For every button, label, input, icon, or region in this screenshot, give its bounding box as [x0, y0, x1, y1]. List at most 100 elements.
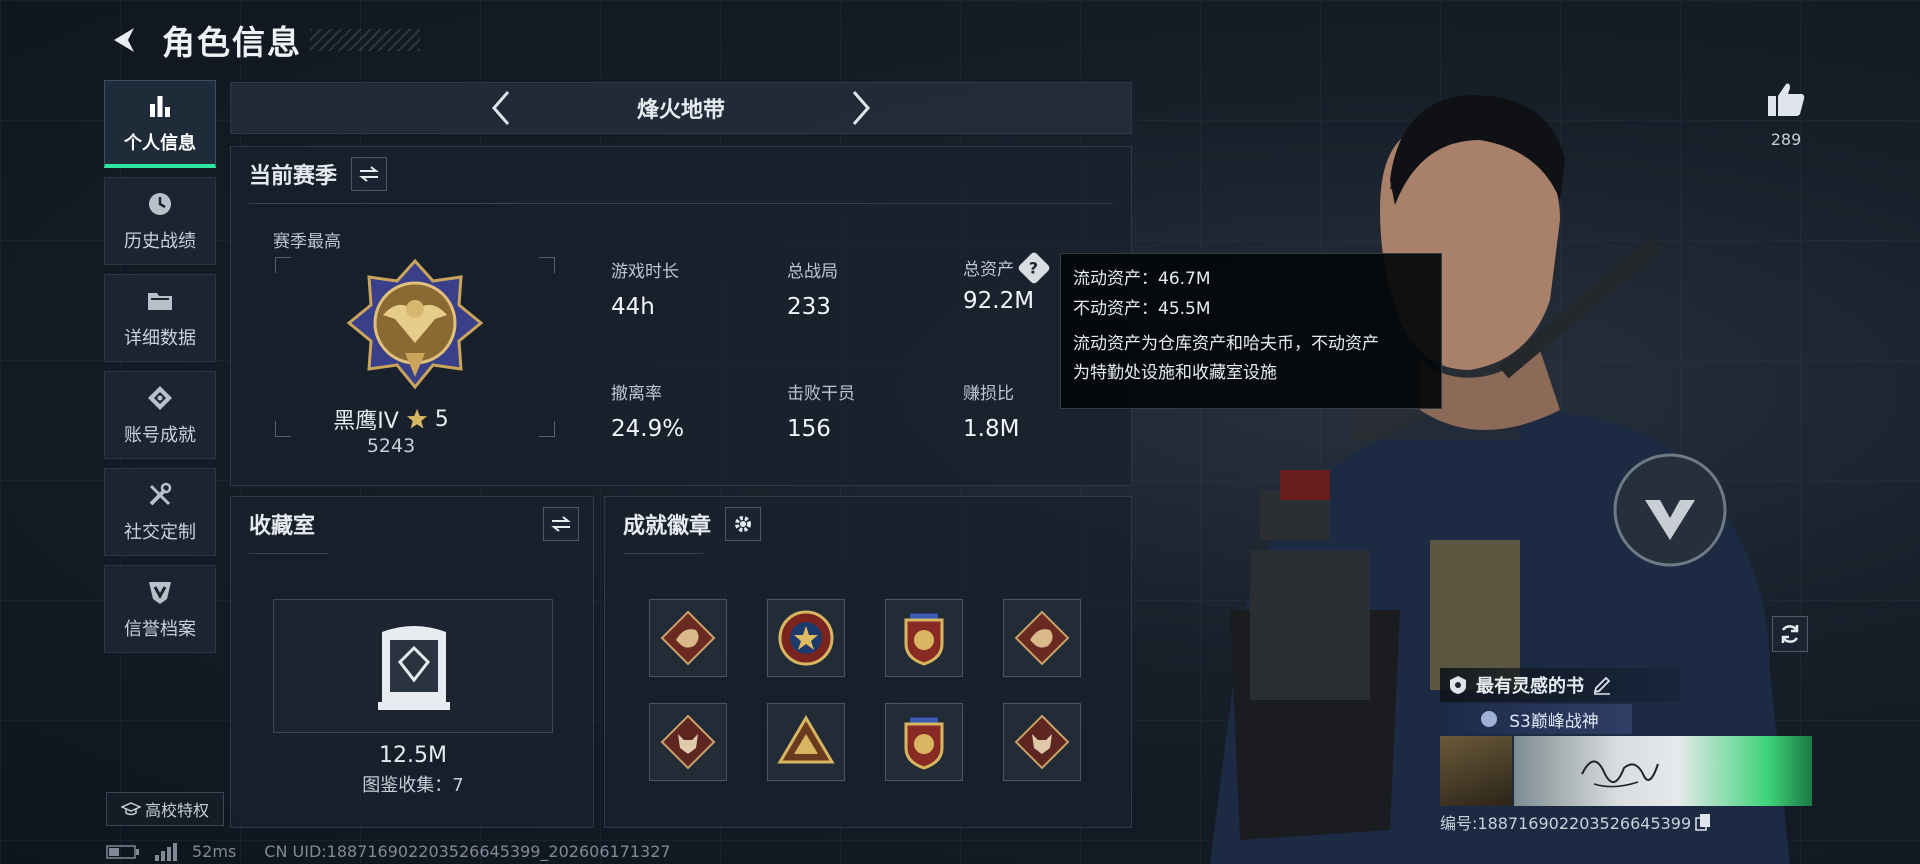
card-title: 最有灵感的书	[1476, 676, 1584, 697]
season-heading: 当前赛季	[249, 164, 338, 189]
stat-label: 总战局	[787, 262, 838, 282]
stat-label: 撤离率	[611, 384, 662, 404]
achievement-settings-button[interactable]	[725, 507, 762, 541]
back-button[interactable]	[104, 20, 144, 60]
rank-stars: 5	[434, 406, 449, 432]
nav-social-custom[interactable]: 社交定制	[104, 468, 216, 556]
nav-label: 账号成就	[124, 425, 196, 446]
nav-history[interactable]: 历史战绩	[104, 177, 216, 265]
stat-total-matches: 总战局 233	[787, 257, 937, 320]
title-decoration	[310, 29, 420, 51]
rank-name: 黑鹰IV 5	[291, 403, 491, 435]
collection-heading: 收藏室	[249, 514, 316, 539]
stat-value: 24.9%	[611, 416, 685, 442]
stat-play-time: 游戏时长 44h	[611, 257, 761, 320]
card-title-row: 最有灵感的书	[1440, 668, 1680, 702]
like-count: 289	[1770, 130, 1802, 149]
like-widget[interactable]: 289	[1754, 80, 1818, 149]
chevron-right-icon	[852, 91, 870, 125]
player-card: 最有灵感的书 S3巅峰战神 编号:188716902203526645399	[1440, 668, 1812, 834]
card-id-row: 编号:188716902203526645399	[1440, 810, 1812, 834]
shield-v-icon	[149, 582, 171, 604]
collection-preview[interactable]	[273, 599, 553, 733]
collection-count: 图鉴收集：7	[362, 775, 464, 796]
achievement-badge[interactable]	[1003, 599, 1081, 677]
stat-label: 总资产	[963, 260, 1014, 280]
wolf-badge-icon	[1014, 714, 1070, 770]
stat-value: 44h	[611, 294, 655, 320]
season-switch-button[interactable]	[351, 157, 388, 191]
nav-detailed-data[interactable]: 详细数据	[104, 274, 216, 362]
mode-prev-button[interactable]	[481, 86, 521, 130]
stat-value: 233	[787, 294, 831, 320]
side-nav: 个人信息 历史战绩 详细数据 账号成就 社交定制 信誉档案	[104, 80, 216, 662]
achievement-icon	[148, 386, 172, 410]
history-clock-icon	[149, 193, 171, 215]
graduation-cap-icon	[120, 802, 141, 816]
divider	[249, 203, 1113, 204]
gear-icon	[735, 516, 752, 532]
card-honor-title: S3巅峰战神	[1444, 704, 1632, 734]
crest-badge-icon	[904, 717, 944, 770]
achievement-badge[interactable]	[767, 599, 845, 677]
mode-next-button[interactable]	[841, 86, 881, 130]
achievement-badge[interactable]	[885, 703, 963, 781]
divider	[623, 553, 703, 554]
top-bar: 角色信息	[104, 16, 420, 64]
season-best-label: 赛季最高	[273, 232, 341, 252]
collection-value: 12.5M	[379, 743, 447, 768]
display-case-icon	[378, 626, 450, 710]
achievement-badge[interactable]	[1003, 703, 1081, 781]
refresh-button[interactable]	[1772, 616, 1808, 652]
crest-badge-icon	[904, 613, 944, 666]
nav-credit-record[interactable]: 信誉档案	[104, 565, 216, 653]
page-title: 角色信息	[162, 23, 302, 62]
star-icon	[406, 409, 427, 429]
chevron-left-icon	[492, 91, 510, 125]
card-subtitle: S3巅峰战神	[1509, 711, 1599, 732]
stat-value: 1.8M	[963, 416, 1020, 442]
mode-selector: 烽火地带	[230, 82, 1132, 134]
achievement-heading: 成就徽章	[623, 514, 712, 539]
refresh-icon	[1781, 625, 1799, 643]
edit-pencil-icon[interactable]	[1592, 675, 1612, 695]
collection-switch-button[interactable]	[543, 507, 579, 541]
rank-emblem-icon	[346, 258, 484, 390]
dragon-badge-icon	[660, 610, 716, 666]
tools-icon	[149, 482, 172, 506]
school-privilege-button[interactable]: 高校特权	[106, 792, 224, 826]
stat-label: 击败干员	[787, 384, 855, 404]
triangle-badge-icon	[777, 715, 835, 764]
stat-value: 156	[787, 416, 831, 442]
back-arrow-icon	[114, 28, 134, 52]
honor-emblem-icon	[1481, 711, 1498, 727]
achievement-badge[interactable]	[649, 599, 727, 677]
school-privilege-label: 高校特权	[144, 801, 209, 820]
achievement-badge[interactable]	[649, 703, 727, 781]
rank-name-text: 黑鹰IV	[333, 409, 399, 434]
nav-account-achievements[interactable]: 账号成就	[104, 371, 216, 459]
divider	[249, 553, 329, 554]
signal-icon	[155, 842, 177, 861]
status-footer: 52ms CN UID:188716902203526645399_202606…	[106, 842, 671, 861]
achievement-panel: 成就徽章	[604, 496, 1132, 828]
assets-help-icon[interactable]: ?	[1017, 250, 1051, 285]
thumbs-up-icon	[1768, 83, 1805, 116]
nav-label: 历史战绩	[124, 231, 196, 252]
tooltip-fixed-assets: 不动资产：45.5M	[1073, 299, 1211, 319]
nav-label: 详细数据	[124, 328, 196, 349]
nav-personal-info[interactable]: 个人信息	[104, 80, 216, 168]
achievement-badge[interactable]	[885, 599, 963, 677]
bar-chart-icon	[150, 95, 170, 117]
ping-value: 52ms	[192, 842, 237, 861]
uid-text: CN UID:188716902203526645399_20260617132…	[264, 842, 671, 861]
battery-icon	[106, 844, 139, 859]
tooltip-description-line2: 为特勤处设施和收藏室设施	[1073, 363, 1277, 383]
copy-icon[interactable]	[1695, 813, 1711, 831]
dragon-badge-icon	[1014, 610, 1070, 666]
achievement-badge[interactable]	[767, 703, 845, 781]
signature-graphic	[1581, 760, 1659, 788]
stat-extract-rate: 撤离率 24.9%	[611, 379, 761, 442]
folder-icon	[148, 293, 172, 310]
tooltip-description-line1: 流动资产为仓库资产和哈夫币，不动资产	[1073, 334, 1379, 354]
